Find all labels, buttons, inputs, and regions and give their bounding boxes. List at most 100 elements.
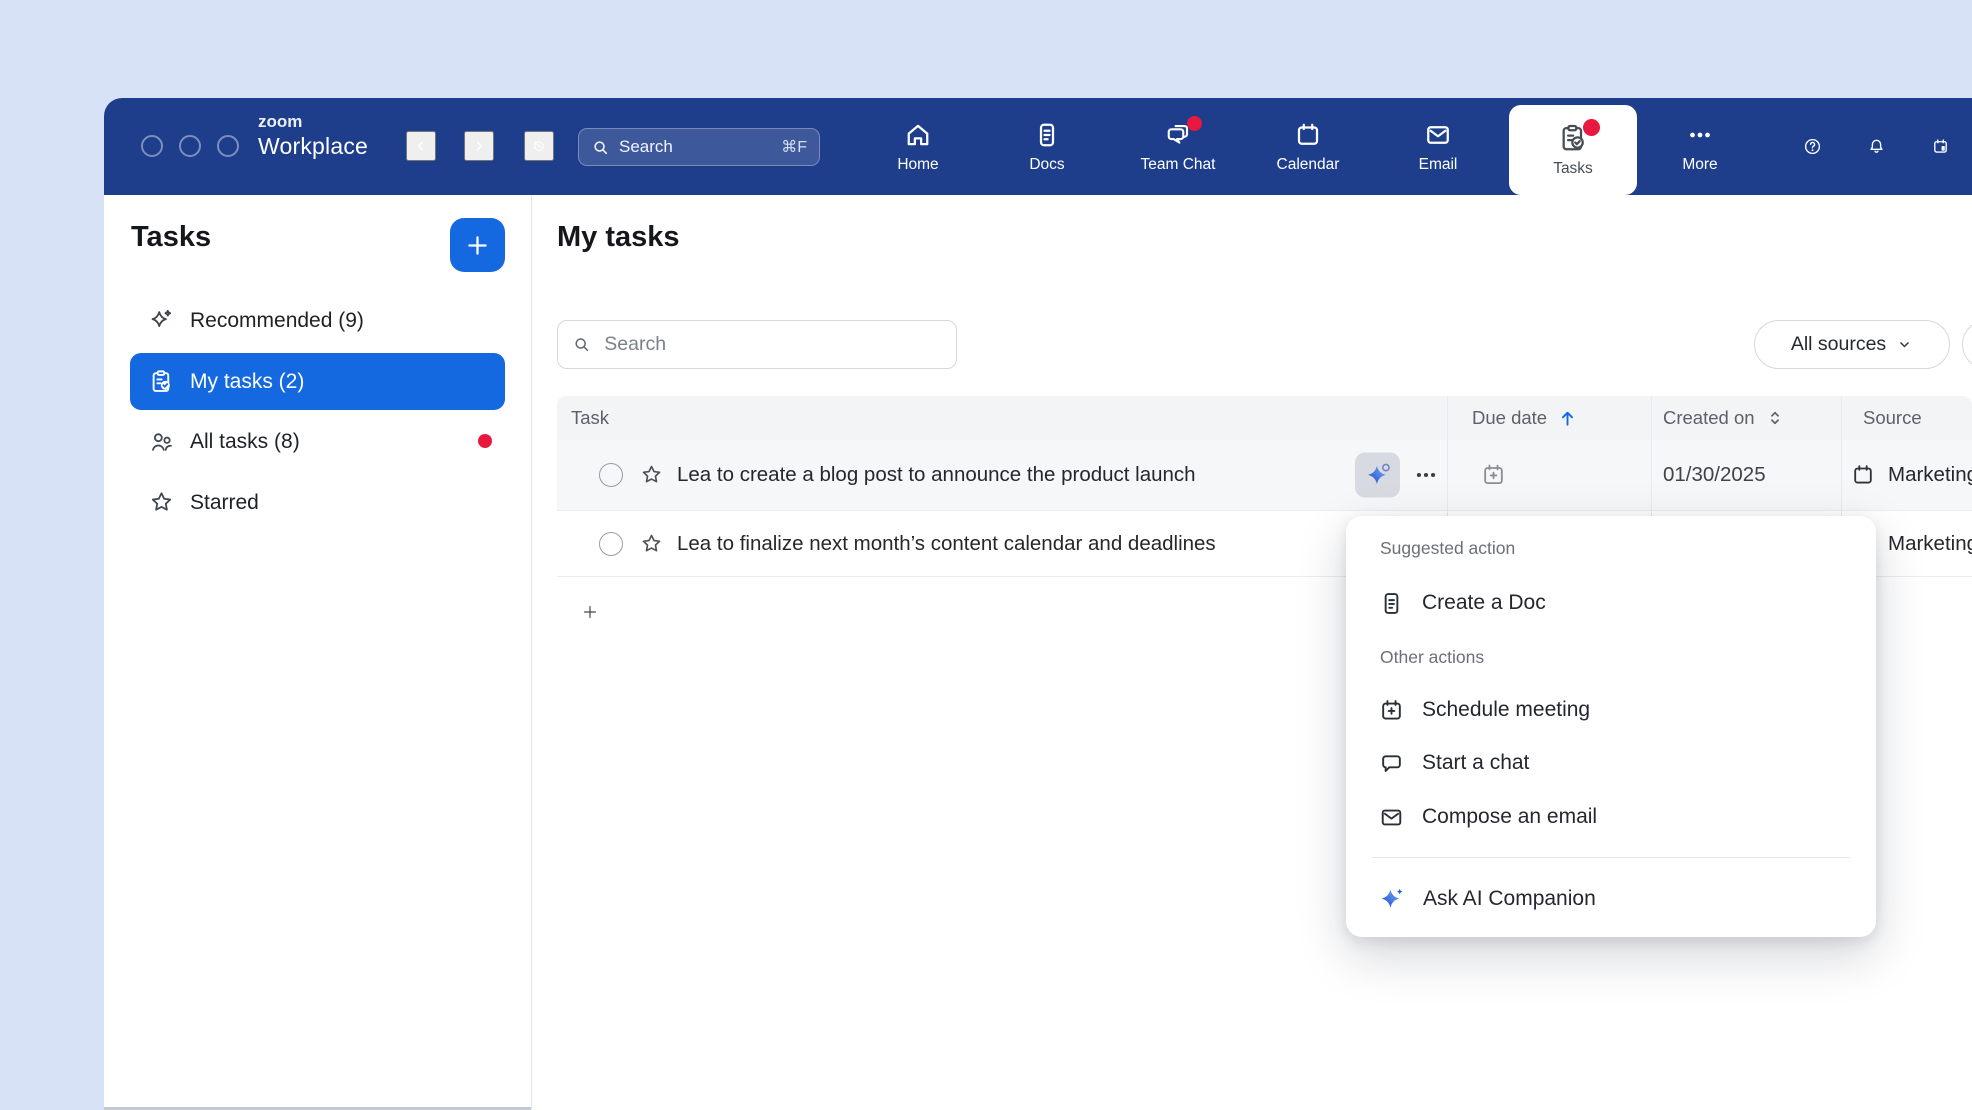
column-header-due-date[interactable]: Due date [1472, 407, 1578, 429]
add-task-inline-button[interactable] [575, 597, 605, 627]
ai-companion-icon [1378, 885, 1406, 913]
star-toggle[interactable] [639, 531, 664, 556]
column-header-source[interactable]: Source [1863, 407, 1922, 429]
zoom-workplace-window: zoom Workplace Search ⌘F Home Docs Team … [104, 98, 1972, 1110]
task-row[interactable]: Lea to create a blog post to announce th… [557, 440, 1972, 511]
set-due-date-button[interactable] [1480, 462, 1507, 489]
ai-companion-button[interactable] [1355, 453, 1400, 498]
menu-section-label: Other actions [1380, 647, 1484, 668]
menu-item-schedule-meeting[interactable]: Schedule meeting [1346, 683, 1876, 737]
plus-icon [464, 232, 491, 259]
column-header-task[interactable]: Task [571, 407, 609, 429]
docs-icon [1032, 120, 1062, 150]
source-cell: Marketing [1850, 462, 1972, 488]
email-icon [1423, 120, 1453, 150]
sort-ascending-icon [1557, 408, 1578, 429]
home-icon [903, 120, 933, 150]
nav-item-team-chat[interactable]: Team Chat [1122, 98, 1234, 195]
history-icon [532, 131, 546, 161]
nav-item-home[interactable]: Home [862, 98, 974, 195]
clipboard-check-icon [148, 368, 175, 395]
more-icon [1685, 120, 1715, 150]
global-search[interactable]: Search ⌘F [578, 128, 820, 166]
task-search-input[interactable] [602, 332, 942, 357]
source-name: Marketing [1888, 532, 1972, 556]
sidebar-item-my-tasks[interactable]: My tasks (2) [130, 353, 505, 410]
team-chat-unread-badge [1187, 116, 1202, 131]
task-complete-checkbox[interactable] [599, 463, 623, 487]
star-toggle[interactable] [639, 463, 664, 488]
plus-icon [581, 598, 599, 626]
notifications-button[interactable] [1861, 131, 1892, 162]
task-title: Lea to finalize next month’s content cal… [677, 532, 1216, 556]
bell-icon [1867, 131, 1886, 162]
sidebar-title: Tasks [131, 221, 211, 254]
column-header-created-on[interactable]: Created on [1663, 407, 1785, 429]
menu-section-label: Suggested action [1380, 538, 1515, 559]
global-search-label: Search [619, 137, 673, 157]
window-control-minimize[interactable] [179, 135, 201, 157]
menu-item-create-doc[interactable]: Create a Doc [1346, 576, 1876, 630]
source-name: Marketing [1888, 463, 1972, 487]
brand-workplace: Workplace [258, 135, 368, 158]
sidebar-item-recommended[interactable]: Recommended (9) [130, 292, 505, 349]
email-icon [1378, 804, 1405, 831]
sidebar-item-starred[interactable]: Starred [130, 474, 505, 531]
mini-calendar-button[interactable] [1925, 131, 1956, 162]
history-button[interactable] [524, 131, 554, 161]
search-icon [591, 138, 610, 157]
doc-icon [1378, 590, 1405, 617]
calendar-plus-icon [1480, 462, 1507, 489]
tasks-sidebar: Tasks Recommended (9) My tasks (2) All t… [104, 195, 532, 1110]
row-more-button[interactable] [1404, 453, 1448, 497]
calendar-panel-icon [1931, 131, 1950, 162]
task-action-menu: Suggested action Create a Doc Other acti… [1346, 516, 1876, 937]
nav-item-tasks-active-tab[interactable]: Tasks [1509, 105, 1637, 195]
back-button[interactable] [406, 131, 436, 161]
chevron-left-icon [414, 134, 428, 158]
task-search [557, 320, 957, 369]
sparkle-icon [148, 307, 175, 334]
sidebar-item-all-tasks[interactable]: All tasks (8) [130, 413, 505, 470]
search-shortcut: ⌘F [781, 137, 807, 157]
all-tasks-unread-dot [478, 434, 492, 448]
task-title: Lea to create a blog post to announce th… [677, 463, 1196, 487]
created-on-value: 01/30/2025 [1663, 463, 1766, 487]
window-control-close[interactable] [141, 135, 163, 157]
help-icon [1803, 131, 1822, 162]
nav-item-more[interactable]: More [1644, 98, 1756, 195]
forward-button[interactable] [464, 131, 494, 161]
task-complete-checkbox[interactable] [599, 532, 623, 556]
people-icon [148, 428, 175, 455]
page-title: My tasks [557, 221, 680, 254]
calendar-plus-icon [1378, 697, 1405, 724]
brand-zoom: zoom [258, 113, 368, 130]
add-task-button[interactable] [450, 218, 505, 272]
help-button[interactable] [1797, 131, 1828, 162]
sort-toggle-icon [1765, 408, 1785, 428]
calendar-icon [1293, 120, 1323, 150]
window-control-maximize[interactable] [217, 135, 239, 157]
sources-filter-dropdown[interactable]: All sources [1754, 320, 1950, 369]
search-icon [572, 334, 591, 355]
zoom-workplace-logo: zoom Workplace [258, 113, 368, 158]
nav-item-docs[interactable]: Docs [991, 98, 1103, 195]
ai-sparkle-icon [1365, 462, 1391, 488]
calendar-icon [1850, 462, 1876, 488]
menu-item-ask-ai-companion[interactable]: Ask AI Companion [1346, 872, 1876, 926]
star-icon [639, 463, 664, 488]
my-tasks-panel: My tasks All sources Task Due date [532, 195, 1972, 1110]
tasks-unread-badge [1583, 119, 1600, 136]
nav-item-email[interactable]: Email [1382, 98, 1494, 195]
menu-divider [1372, 857, 1850, 858]
nav-item-calendar[interactable]: Calendar [1252, 98, 1364, 195]
chat-bubble-icon [1378, 750, 1405, 777]
menu-item-compose-email[interactable]: Compose an email [1346, 790, 1876, 844]
clipped-filter-button[interactable] [1962, 320, 1972, 369]
top-navigation-bar: zoom Workplace Search ⌘F Home Docs Team … [104, 98, 1972, 195]
chevron-right-icon [472, 134, 486, 158]
star-icon [148, 489, 175, 516]
table-header: Task Due date Created on Source [557, 396, 1972, 440]
menu-item-start-a-chat[interactable]: Start a chat [1346, 736, 1876, 790]
ellipsis-icon [1413, 462, 1439, 488]
